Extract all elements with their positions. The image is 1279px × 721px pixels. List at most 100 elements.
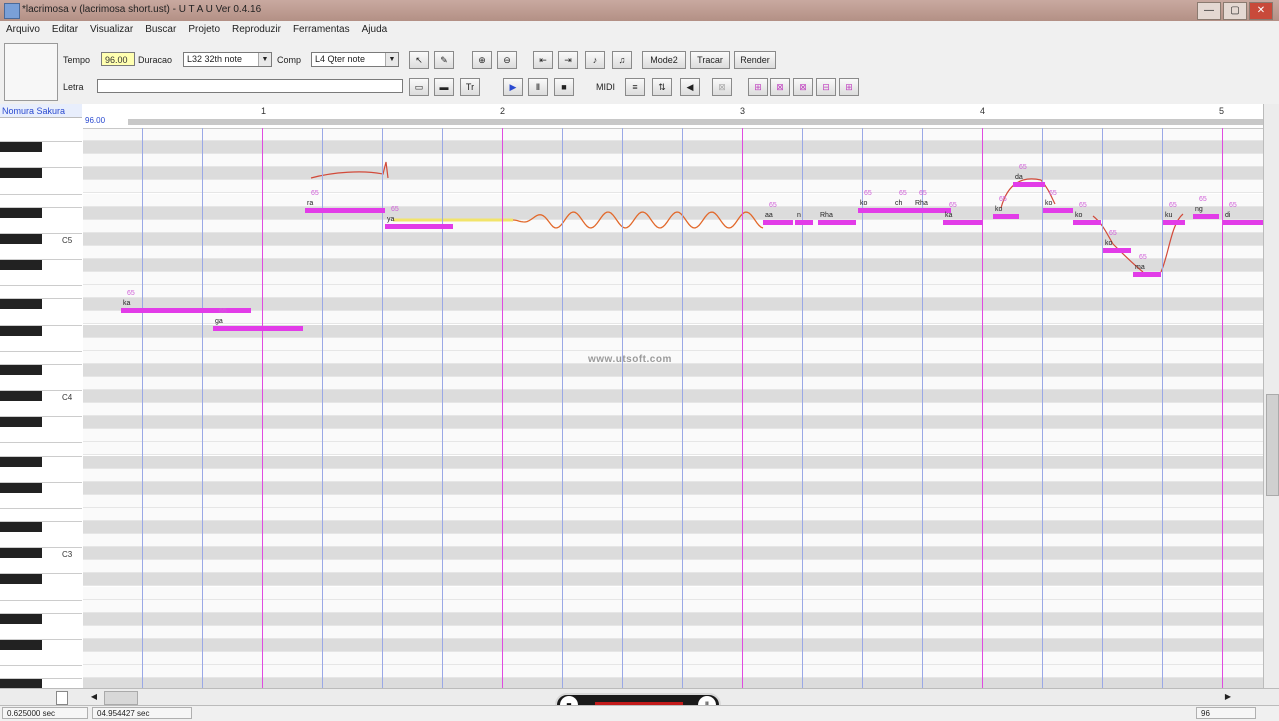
black-key[interactable] [0,613,42,624]
black-key[interactable] [0,482,42,493]
midi-in-button[interactable]: ≡ [625,78,645,96]
black-key[interactable] [0,142,42,153]
note[interactable] [385,224,453,229]
mode2-button[interactable]: Mode2 [642,51,686,69]
note[interactable] [1013,182,1045,187]
duracao-select[interactable]: L32 32th note ▼ [183,52,272,67]
black-key[interactable] [0,391,42,401]
envelope-tool-icon: ⊠ [799,82,807,92]
h-shrink-button[interactable]: ⇥ [558,51,578,69]
black-key[interactable] [0,325,42,336]
black-key[interactable] [0,639,42,650]
v-shrink-button[interactable]: ♫ [612,51,632,69]
zoom-out-icon: ⊖ [503,55,511,65]
maximize-button[interactable]: ▢ [1223,2,1247,20]
black-key[interactable] [0,548,42,559]
note[interactable] [818,220,856,225]
singer-name[interactable]: Nomura Sakura [0,104,82,118]
tool-c-button[interactable]: ⊠ [793,78,813,96]
tool-a-button[interactable]: ⊞ [748,78,768,96]
lyric-input[interactable] [97,79,403,93]
scroll-right-arrow[interactable]: ▶ [1222,691,1234,703]
menu-reproduzir[interactable]: Reproduzir [226,21,287,39]
close-button[interactable]: ✕ [1249,2,1273,20]
pencil-tool-button[interactable]: ✎ [434,51,454,69]
comp-select[interactable]: L4 Qter note ▼ [311,52,399,67]
zoom-in-button[interactable]: ⊕ [472,51,492,69]
black-key[interactable] [0,260,42,270]
note[interactable] [1103,248,1131,253]
play-button[interactable]: ▶ [503,78,523,96]
cursor-icon: ↖ [415,55,423,65]
note-number: 65 [1049,190,1057,197]
minimize-button[interactable]: — [1197,2,1221,20]
tool-b-button[interactable]: ⊠ [770,78,790,96]
pitch-curves [310,161,1184,273]
menu-ferramentas[interactable]: Ferramentas [287,21,356,39]
menu-buscar[interactable]: Buscar [139,21,182,39]
tempo-input[interactable]: 96.00 [101,52,135,66]
note[interactable] [943,220,983,225]
black-key[interactable] [0,522,42,532]
volume-button[interactable]: ◀ [680,78,700,96]
black-key[interactable] [0,574,42,585]
black-key[interactable] [0,207,42,218]
note[interactable] [305,208,385,213]
menu-editar[interactable]: Editar [46,21,84,39]
open-folder-button[interactable]: ▭ [409,78,429,96]
tool-d-button[interactable]: ⊟ [816,78,836,96]
chevron-down-icon: ▼ [258,53,271,66]
menu-projeto[interactable]: Projeto [182,21,226,39]
note[interactable] [763,220,793,225]
scroll-left-arrow[interactable]: ◀ [88,691,100,703]
duracao-value: L32 32th note [187,54,243,64]
stop-button[interactable]: ■ [554,78,574,96]
black-key[interactable] [0,417,42,428]
tool-e-button[interactable]: ⊞ [839,78,859,96]
render-button[interactable]: Render [734,51,776,69]
metronome-button[interactable]: ⇅ [652,78,672,96]
note[interactable] [1043,208,1073,213]
note[interactable] [213,326,303,331]
rename-button[interactable]: Tr [460,78,480,96]
beat-line [1162,128,1163,688]
beat-line [1222,128,1223,688]
note[interactable] [1193,214,1219,219]
zoom-box-p[interactable] [56,691,68,705]
note-lyric: ng [1195,206,1203,213]
piano-roll[interactable]: 96.00 1 2 3 4 5 www.utsoft.com ka 65 ga 65 r… [83,104,1263,688]
menu-arquivo[interactable]: Arquivo [0,21,46,39]
comp-value: L4 Qter note [315,54,366,64]
black-key[interactable] [0,456,42,467]
h-expand-button[interactable]: ⇤ [533,51,553,69]
black-key[interactable] [0,168,42,179]
menu-ajuda[interactable]: Ajuda [356,21,394,39]
black-key[interactable] [0,299,42,310]
vertical-scrollbar[interactable] [1263,104,1279,688]
note[interactable] [1073,220,1101,225]
expand-vertical-icon: ♪ [592,55,598,65]
expand-horizontal-icon: ⇤ [539,55,547,65]
black-key[interactable] [0,679,42,688]
black-key[interactable] [0,364,42,375]
beat-line [982,128,983,688]
note-lyric: ka [945,212,953,219]
zoom-out-button[interactable]: ⊖ [497,51,517,69]
pointer-tool-button[interactable]: ↖ [409,51,429,69]
note[interactable] [993,214,1019,219]
note[interactable] [795,220,813,225]
voice-button[interactable]: ▬ [434,78,454,96]
tracar-button[interactable]: Tracar [690,51,730,69]
note[interactable] [1133,272,1161,277]
horizontal-scroll-thumb[interactable] [104,691,138,705]
plugin-button[interactable]: ⊠ [712,78,732,96]
menu-visualizar[interactable]: Visualizar [84,21,139,39]
note-lyric: Rha [820,212,833,219]
v-expand-button[interactable]: ♪ [585,51,605,69]
note[interactable] [121,308,251,313]
vertical-scroll-thumb[interactable] [1266,394,1279,496]
note[interactable] [1223,220,1263,225]
note[interactable] [1163,220,1185,225]
pause-button[interactable]: Ⅱ [528,78,548,96]
black-key[interactable] [0,233,42,244]
